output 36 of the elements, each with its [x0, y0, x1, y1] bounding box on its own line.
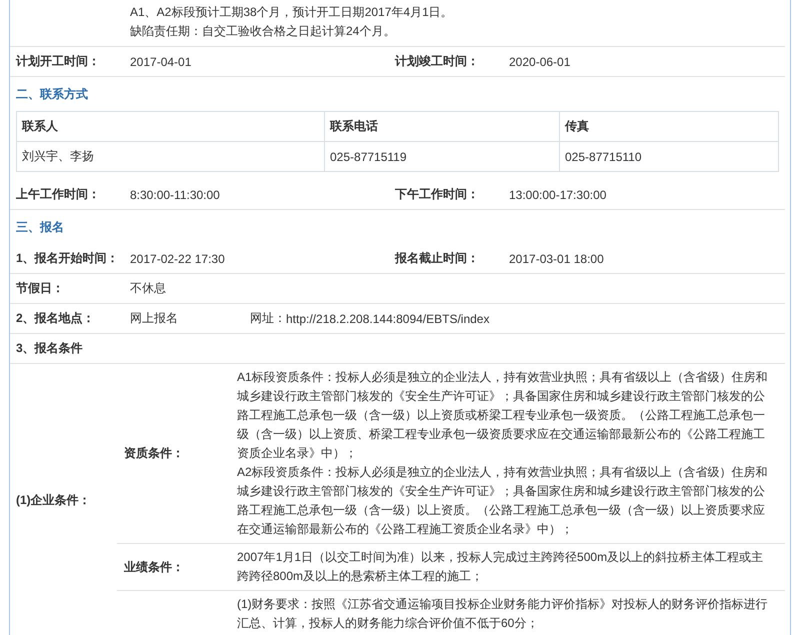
field-label: 2、报名地点：	[16, 310, 96, 327]
field-value: 13:00:00-17:30:00	[509, 188, 606, 202]
field-value: 不休息	[130, 280, 166, 297]
field-label: 报名截止时间：	[395, 250, 480, 267]
note-text: 缺陷责任期：自交工验收合格之日起计算24个月。	[130, 23, 396, 40]
field-label: 节假日：	[16, 280, 65, 297]
field-value: 2017-04-01	[130, 54, 192, 68]
table-cell: 025-87715110	[560, 142, 778, 172]
column-header: 联系人	[16, 112, 324, 142]
condition-text: 2007年1月1日（以交工时间为准）以来，投标人完成过主跨跨径500m及以上的斜拉桥主体工程或主跨跨径800m及以上的悬索桥主体工程的施工；	[237, 549, 764, 585]
condition-label: 资质条件：	[124, 446, 184, 460]
column-header: 联系电话	[324, 112, 560, 142]
field-value: 2017-03-01 18:00	[509, 252, 604, 266]
condition-label: (1)企业条件：	[16, 492, 91, 509]
table-cell: 025-87715119	[324, 142, 560, 172]
section-subtitle: 3、报名条件	[16, 340, 83, 357]
field-value: 2020-06-01	[509, 54, 570, 68]
field-label: 上午工作时间：	[16, 186, 101, 203]
field-label: 下午工作时间：	[395, 186, 480, 203]
field-label: 计划竣工时间：	[395, 53, 480, 70]
table-cell: 刘兴宇、李扬	[16, 142, 324, 172]
condition-text: (1)财务要求：按照《江苏省交通运输项目投标企业财务能力评价指标》对投标人的财务评价指标进行汇总、计算，投标人的财务能力综合评价值不低于60分；	[237, 596, 769, 632]
column-header: 传真	[560, 112, 778, 142]
condition-label: 业绩条件：	[124, 560, 184, 574]
url-text: http://218.2.208.144:8094/EBTS/index	[286, 312, 490, 326]
field-value: 网上报名	[130, 311, 178, 325]
field-label: 1、报名开始时间：	[16, 250, 120, 267]
field-value: 8:30:00-11:30:00	[130, 188, 220, 202]
condition-text: A1标段资质条件：投标人必须是独立的企业法人，持有效营业执照；具有省级以上（含省级）住房和城乡建设行政主管部门核发的《安全生产许可证》；具备国家住房和城乡建设行政主管部门核发的公路工程施工总承包一级（含一级）以上资质或桥梁工程专业承包一级资质。（公路工程施工总承包一级（含一级）以上资质、桥梁工程专业承包一级资质要求应在交通运输部最新公布的《公路工程施工资质企业名录》中）；	[237, 369, 769, 462]
section-title: 三、报名	[16, 218, 64, 236]
field-label: 计划开工时间：	[16, 53, 101, 70]
section-title: 二、联系方式	[16, 86, 88, 102]
field-value: 2017-02-22 17:30	[130, 252, 225, 266]
note-text: A1、A2标段预计工期38个月，预计开工日期2017年4月1日。	[130, 4, 454, 21]
url-label: 网址：	[250, 310, 286, 327]
condition-text: A2标段资质条件：投标人必须是独立的企业法人，持有效营业执照；具有省级以上（含省级）住房和城乡建设行政主管部门核发的《安全生产许可证》；具备国家住房和城乡建设行政主管部门核发的公路工程施工总承包一级（含一级）以上资质。（公路工程施工总承包一级（含一级）以上资质要求应在交通运输部最新公布的《公路工程施工资质企业名录》中）；	[237, 464, 769, 538]
